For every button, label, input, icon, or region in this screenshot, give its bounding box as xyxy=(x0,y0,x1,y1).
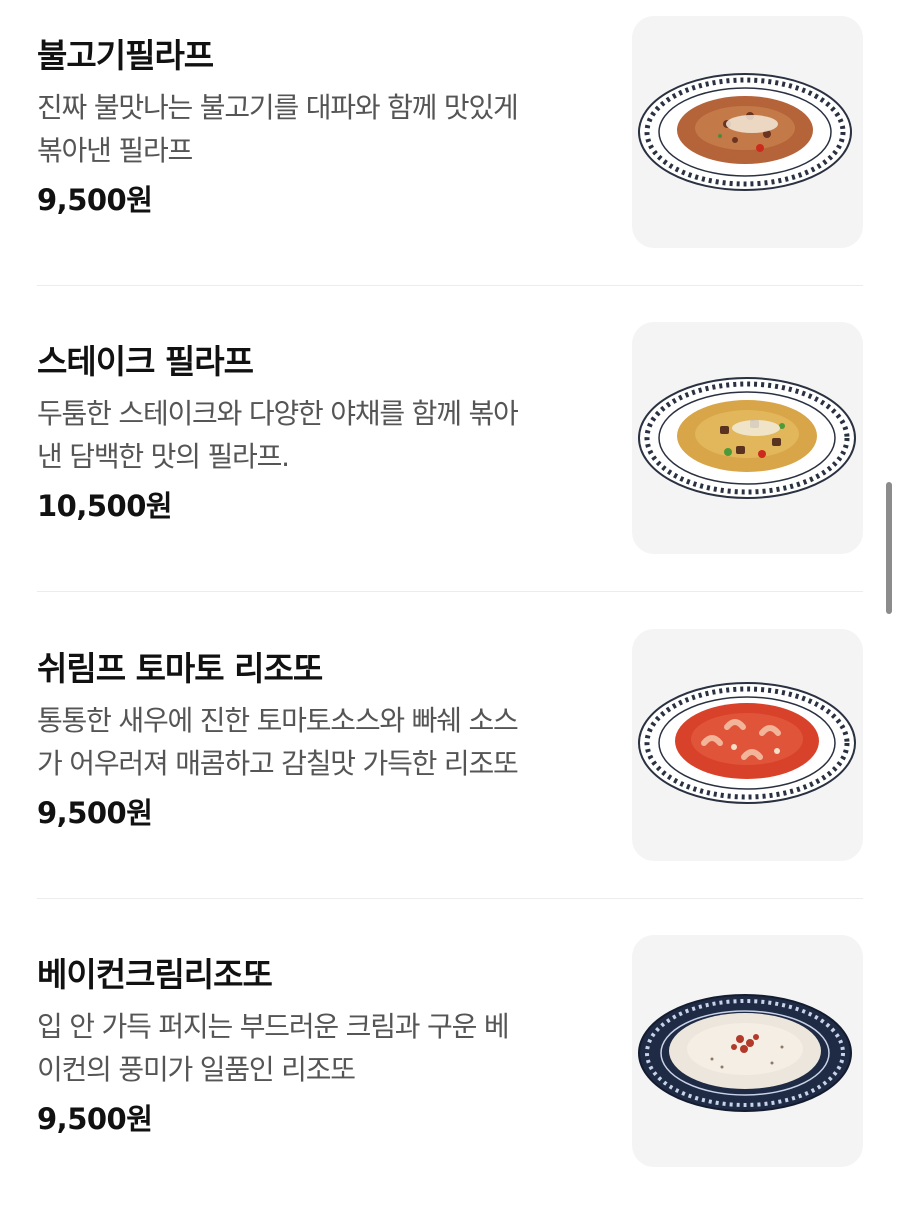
menu-item-name: 베이컨크림리조또 xyxy=(37,955,273,994)
divider xyxy=(37,591,863,592)
divider xyxy=(37,898,863,899)
menu-item-photo[interactable] xyxy=(632,629,863,861)
menu-item-text: 쉬림프 토마토 리조또 통통한 새우에 진한 토마토소스와 빠쉐 소스 가 어우… xyxy=(37,649,607,833)
menu-item-name: 스테이크 필라프 xyxy=(37,342,254,381)
menu-item-text: 스테이크 필라프 두툼한 스테이크와 다양한 야채를 함께 볶아 낸 담백한 맛… xyxy=(37,342,607,526)
menu-item-price: 9,500원 xyxy=(37,183,153,217)
menu-item-description: 통통한 새우에 진한 토마토소스와 빠쉐 소스 가 어우러져 매콤하고 감칠맛 … xyxy=(37,704,519,780)
dish-image xyxy=(638,377,856,499)
menu-item-price: 9,500원 xyxy=(37,1102,153,1136)
menu-item-photo[interactable] xyxy=(632,16,863,248)
menu-item-description: 진짜 불맛나는 불고기를 대파와 함께 맛있게 볶아낸 필라프 xyxy=(37,91,519,167)
menu-item-description: 두툼한 스테이크와 다양한 야채를 함께 볶아 낸 담백한 맛의 필라프. xyxy=(37,397,519,473)
menu-item-price: 9,500원 xyxy=(37,796,153,830)
menu-item-bacon-cream-risotto[interactable]: 베이컨크림리조또 입 안 가득 퍼지는 부드러운 크림과 구운 베 이컨의 풍미… xyxy=(0,903,900,1209)
menu-item-text: 불고기필라프 진짜 불맛나는 불고기를 대파와 함께 맛있게 볶아낸 필라프 9… xyxy=(37,36,607,220)
dish-image xyxy=(638,682,856,804)
menu-item-name: 쉬림프 토마토 리조또 xyxy=(37,649,323,688)
dish-image xyxy=(638,994,852,1112)
menu-item-shrimp-tomato-risotto[interactable]: 쉬림프 토마토 리조또 통통한 새우에 진한 토마토소스와 빠쉐 소스 가 어우… xyxy=(0,597,900,903)
menu-item-description: 입 안 가득 퍼지는 부드러운 크림과 구운 베 이컨의 풍미가 일품인 리조또 xyxy=(37,1010,510,1086)
divider xyxy=(37,285,863,286)
scrollbar-thumb[interactable] xyxy=(886,482,892,614)
menu-item-photo[interactable] xyxy=(632,935,863,1167)
menu-item-photo[interactable] xyxy=(632,322,863,554)
menu-item-name: 불고기필라프 xyxy=(37,36,214,75)
dish-image xyxy=(638,73,852,191)
menu-item-text: 베이컨크림리조또 입 안 가득 퍼지는 부드러운 크림과 구운 베 이컨의 풍미… xyxy=(37,955,607,1139)
menu-item-bulgogi-pilaf[interactable]: 불고기필라프 진짜 불맛나는 불고기를 대파와 함께 맛있게 볶아낸 필라프 9… xyxy=(0,0,900,290)
menu-list: 불고기필라프 진짜 불맛나는 불고기를 대파와 함께 맛있게 볶아낸 필라프 9… xyxy=(0,0,900,1198)
menu-item-price: 10,500원 xyxy=(37,489,173,523)
menu-item-steak-pilaf[interactable]: 스테이크 필라프 두툼한 스테이크와 다양한 야채를 함께 볶아 낸 담백한 맛… xyxy=(0,290,900,596)
